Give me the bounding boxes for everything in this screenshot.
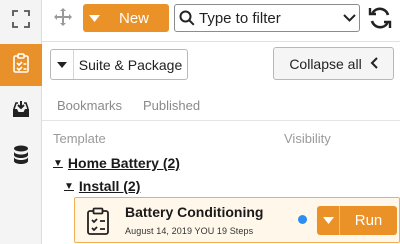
- new-button[interactable]: New: [83, 4, 169, 32]
- chevron-left-icon: [370, 56, 378, 72]
- search-icon: [175, 10, 199, 26]
- inbox-download-icon: [11, 100, 31, 123]
- caret-down-icon[interactable]: ▼: [64, 181, 74, 192]
- template-row[interactable]: Battery Conditioning August 14, 2019 YOU…: [74, 197, 400, 243]
- collapse-all-label: Collapse all: [289, 55, 362, 72]
- run-button[interactable]: Run: [317, 206, 397, 235]
- template-name[interactable]: Battery Conditioning: [125, 204, 263, 220]
- rail-inbox-button[interactable]: [0, 90, 42, 132]
- status-dot: [298, 215, 307, 224]
- chevron-down-icon[interactable]: [51, 61, 73, 68]
- collapse-all-button[interactable]: Collapse all: [273, 47, 394, 80]
- checklist-icon: [85, 207, 111, 235]
- chevron-down-icon[interactable]: [83, 14, 105, 22]
- tree-subgroup-label: Install (2): [78, 178, 141, 194]
- header-divider: [42, 41, 400, 42]
- tab-bookmarks[interactable]: Bookmarks: [57, 98, 122, 113]
- column-header-visibility: Visibility: [284, 131, 331, 146]
- clipboard-icon: [12, 52, 30, 78]
- template-meta: August 14, 2019 YOU 19 Steps: [125, 226, 254, 236]
- rail-database-button[interactable]: [0, 136, 42, 178]
- tree-group-home-battery[interactable]: ▼ Home Battery (2): [53, 155, 180, 171]
- tree-group-label: Home Battery (2): [67, 155, 180, 171]
- suite-package-button[interactable]: Suite & Package: [50, 49, 188, 80]
- expand-icon: [12, 9, 30, 33]
- chevron-down-icon[interactable]: [339, 14, 359, 22]
- fullscreen-button[interactable]: [0, 0, 42, 42]
- filter-field[interactable]: [174, 4, 360, 32]
- new-button-label: New: [118, 9, 149, 27]
- tabs-divider: [42, 120, 400, 121]
- tab-published[interactable]: Published: [143, 98, 200, 113]
- column-header-template: Template: [53, 131, 106, 146]
- move-icon[interactable]: [53, 7, 73, 27]
- run-button-label: Run: [354, 212, 383, 229]
- chevron-down-icon[interactable]: [317, 217, 339, 224]
- caret-down-icon[interactable]: ▼: [53, 158, 63, 169]
- refresh-icon[interactable]: [367, 5, 393, 31]
- tree-subgroup-install[interactable]: ▼ Install (2): [64, 178, 140, 194]
- left-rail: [0, 0, 42, 244]
- suite-package-label: Suite & Package: [78, 56, 183, 73]
- database-icon: [13, 145, 29, 170]
- rail-templates-button[interactable]: [0, 44, 42, 86]
- filter-input[interactable]: [199, 9, 339, 27]
